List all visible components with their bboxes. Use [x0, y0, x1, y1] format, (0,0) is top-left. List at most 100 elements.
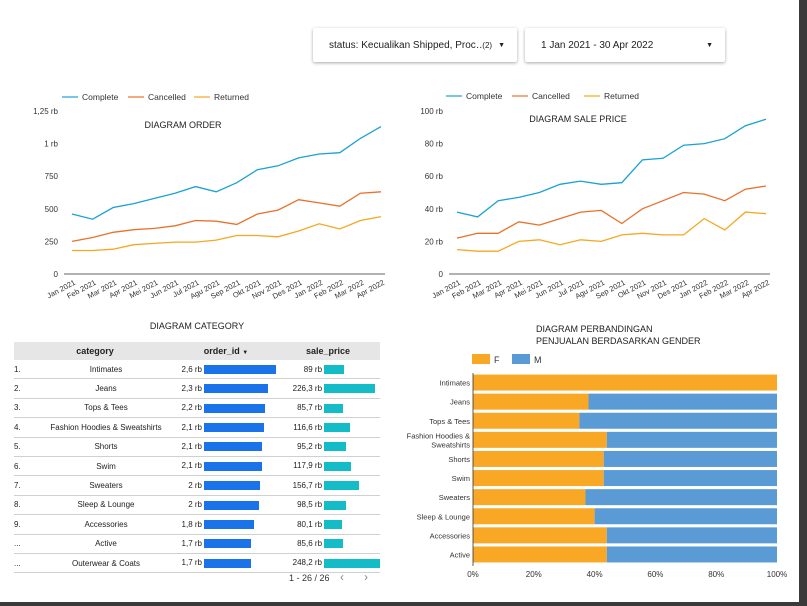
prev-page-icon[interactable]: ‹ — [340, 570, 344, 584]
series-line-returned — [72, 215, 382, 252]
table-row[interactable]: 7. Sweaters 2 rb 156,7 rb — [14, 475, 380, 496]
order-line-chart: Complete Cancelled Returned DIAGRAM ORDER 0 2… — [33, 92, 386, 301]
row-order-id-cell: 2 rb — [176, 475, 276, 496]
y-tick-label: 1,25 rb — [33, 107, 58, 116]
bar-male — [606, 431, 777, 448]
y-tick-label: 20 rb — [425, 237, 444, 246]
row-index: 7. — [14, 475, 36, 496]
bar-female — [473, 489, 586, 506]
x-tick-label: 100% — [767, 570, 787, 579]
date-range-picker[interactable]: 1 Jan 2021 - 30 Apr 2022 ▼ — [525, 28, 725, 62]
x-tick-label: 20% — [526, 570, 542, 579]
row-category: Jeans — [36, 378, 176, 399]
row-sale-price: 89 rb — [303, 364, 323, 374]
order-id-bar — [204, 442, 263, 452]
chart-title: DIAGRAM ORDER — [144, 120, 222, 130]
legend-swatch-m — [512, 354, 530, 364]
x-tick-label: 0% — [467, 570, 479, 579]
series-line-complete — [456, 118, 767, 218]
row-sale-price-cell: 98,5 rb — [276, 495, 380, 516]
column-header-sale-price[interactable]: sale_price — [276, 342, 380, 360]
y-category-label: Sweaters — [439, 493, 471, 502]
table-row[interactable]: 8. Sleep & Lounge 2 rb 98,5 rb — [14, 495, 380, 516]
y-tick-label: 40 rb — [425, 205, 444, 214]
row-category: Fashion Hoodies & Sweatshirts — [36, 417, 176, 438]
row-category: Active — [36, 534, 176, 554]
y-tick-label: 100 rb — [420, 107, 443, 116]
sale-price-bar — [324, 481, 360, 491]
sale-price-bar — [324, 461, 351, 471]
row-sale-price-cell: 156,7 rb — [276, 475, 380, 496]
row-sale-price: 117,9 rb — [293, 461, 323, 471]
sale-price-bar — [324, 558, 380, 568]
bar-male — [603, 450, 777, 467]
row-index: 9. — [14, 514, 36, 535]
table-row[interactable]: 1. Intimates 2,6 rb 89 rb — [14, 360, 380, 380]
row-order-id: 2 rb — [188, 480, 203, 490]
y-tick-label: 250 — [45, 237, 59, 246]
dropdown-arrow-icon: ▼ — [706, 41, 713, 49]
gender-stacked-bar-chart: DIAGRAM PERBANDINGAN PENJUALAN BERDASARKA… — [407, 324, 788, 579]
status-filter-label: status: Kecualikan Shipped, Proc… — [329, 39, 483, 51]
table-row[interactable]: 3. Tops & Tees 2,2 rb 85,7 rb — [14, 398, 380, 419]
row-sale-price-cell: 117,9 rb — [276, 456, 380, 477]
row-sale-price-cell: 85,7 rb — [276, 398, 380, 419]
table-row[interactable]: 5. Shorts 2,1 rb 95,2 rb — [14, 437, 380, 457]
row-order-id-cell: 2,1 rb — [176, 456, 276, 477]
row-order-id: 2,3 rb — [181, 383, 203, 393]
row-sale-price-cell: 95,2 rb — [276, 437, 380, 457]
row-order-id: 1,8 rb — [181, 519, 203, 529]
row-sale-price: 156,7 rb — [292, 480, 323, 490]
row-sale-price: 226,3 rb — [292, 383, 323, 393]
row-sale-price: 98,5 rb — [297, 500, 323, 510]
table-row[interactable]: 4. Fashion Hoodies & Sweatshirts 2,1 rb 116… — [14, 417, 380, 438]
row-sale-price: 85,7 rb — [297, 403, 323, 413]
row-order-id-cell: 2 rb — [176, 495, 276, 516]
y-category-label: Jeans — [450, 398, 470, 407]
y-tick-label: 80 rb — [425, 140, 444, 149]
series-line-cancelled — [456, 185, 767, 239]
row-category: Outerwear & Coats — [36, 553, 176, 574]
order-id-bar — [204, 539, 252, 549]
bar-female — [473, 412, 580, 429]
sale-price-bar — [324, 384, 376, 394]
y-tick-label: 0 — [439, 270, 444, 279]
row-order-id-cell: 1,7 rb — [176, 534, 276, 554]
legend-label-returned: Returned — [214, 92, 249, 102]
y-category-label: Accessories — [430, 531, 471, 540]
y-tick-label: 1 rb — [44, 140, 58, 149]
status-filter-dropdown[interactable]: status: Kecualikan Shipped, Proc… (2) ▼ — [313, 28, 517, 62]
bar-female — [473, 527, 607, 544]
sale-price-line-chart: Complete Cancelled Returned DIAGRAM SALE PR… — [420, 91, 771, 301]
row-order-id: 2 rb — [188, 500, 203, 510]
table-row[interactable]: 2. Jeans 2,3 rb 226,3 rb — [14, 378, 380, 399]
bar-male — [588, 393, 777, 410]
column-header-order-id[interactable]: order_id ▼ — [176, 342, 276, 360]
y-tick-label: 60 rb — [425, 172, 444, 181]
y-category-label: Active — [450, 550, 470, 559]
y-category-label: Sleep & Lounge — [417, 512, 470, 521]
row-order-id-cell: 2,1 rb — [176, 417, 276, 438]
legend-label-complete: Complete — [82, 92, 119, 102]
y-category-label: Swim — [452, 474, 470, 483]
bar-male — [579, 412, 777, 429]
y-category-label: Intimates — [440, 379, 471, 388]
order-id-bar — [204, 364, 276, 374]
table-row[interactable]: ... Outerwear & Coats 1,7 rb 248,2 rb — [14, 553, 380, 574]
order-id-bar — [204, 461, 262, 471]
column-header-category[interactable]: category — [14, 342, 176, 360]
row-order-id-cell: 1,8 rb — [176, 514, 276, 535]
x-tick-label: 40% — [587, 570, 603, 579]
row-order-id: 2,1 rb — [181, 422, 202, 432]
sale-price-bar — [324, 539, 344, 549]
order-id-bar — [204, 558, 252, 568]
table-row[interactable]: 9. Accessories 1,8 rb 80,1 rb — [14, 514, 380, 535]
table-row[interactable]: 6. Swim 2,1 rb 117,9 rb — [14, 456, 380, 477]
row-category: Swim — [36, 456, 176, 477]
y-category-label: Shorts — [448, 455, 470, 464]
table-row[interactable]: ... Active 1,7 rb 85,6 rb — [14, 534, 380, 554]
bar-male — [594, 508, 777, 525]
status-filter-count: (2) — [482, 40, 493, 50]
sort-desc-icon: ▼ — [242, 350, 249, 356]
next-page-icon[interactable]: › — [364, 570, 368, 584]
